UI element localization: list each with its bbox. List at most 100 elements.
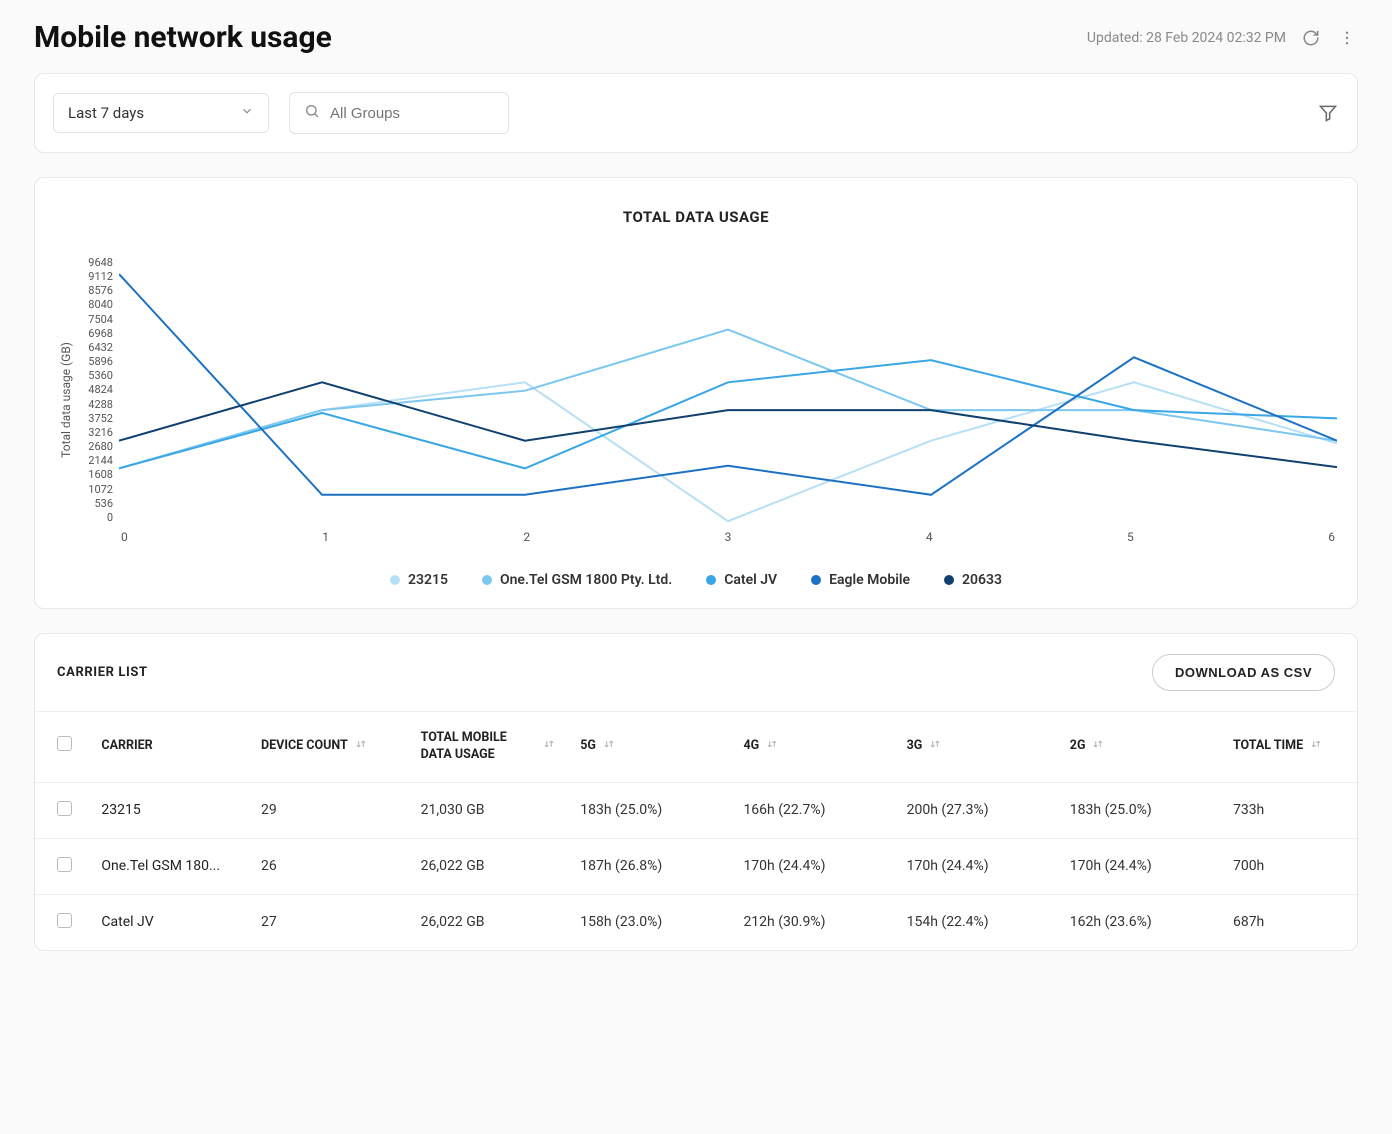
y-tick: 9112 [77,270,113,283]
legend-item[interactable]: Catel JV [706,572,777,588]
cell-device-count: 29 [249,782,409,838]
group-search[interactable] [289,92,509,134]
sort-icon [765,737,779,757]
chart-card: TOTAL DATA USAGE Total data usage (GB) 9… [34,177,1358,609]
legend-item[interactable]: 23215 [390,572,448,588]
legend-swatch [811,575,821,585]
legend-swatch [390,575,400,585]
chart-title: TOTAL DATA USAGE [55,208,1337,226]
sort-icon [542,737,556,757]
series-line [119,382,1337,467]
refresh-icon[interactable] [1300,27,1322,49]
cell-total-time: 700h [1221,838,1357,894]
y-ticks: 9648911285768040750469686432589653604824… [77,256,119,524]
legend-item[interactable]: Eagle Mobile [811,572,910,588]
cell-5g: 158h (23.0%) [568,894,731,950]
col-5g[interactable]: 5G [568,712,731,783]
legend-label: One.Tel GSM 1800 Pty. Ltd. [500,572,672,588]
col-carrier[interactable]: CARRIER [89,712,249,783]
x-tick: 5 [1127,530,1134,544]
x-tick: 1 [322,530,329,544]
y-tick: 5896 [77,355,113,368]
table-row[interactable]: 232152921,030 GB 183h (25.0%) 166h (22.7%)… [35,782,1357,838]
legend-label: Eagle Mobile [829,572,910,588]
legend-swatch [944,575,954,585]
page-title: Mobile network usage [34,20,332,55]
cell-carrier: 23215 [89,782,249,838]
cell-4g: 166h (22.7%) [731,782,894,838]
filter-icon[interactable] [1317,102,1339,124]
more-icon[interactable] [1336,27,1358,49]
search-icon [304,103,320,123]
sort-icon [602,737,616,757]
x-tick: 4 [926,530,933,544]
col-3g[interactable]: 3G [895,712,1058,783]
cell-device-count: 27 [249,894,409,950]
table-row[interactable]: One.Tel GSM 180...2626,022 GB187h (26.8%… [35,838,1357,894]
cell-3g: 200h (27.3%) [895,782,1058,838]
col-total-usage[interactable]: TOTAL MOBILE DATA USAGE [409,712,569,783]
table-row[interactable]: Catel JV2726,022 GB158h (23.0%)212h (30.… [35,894,1357,950]
carrier-list-card: CARRIER LIST DOWNLOAD AS CSV CARRIER DEV… [34,633,1358,951]
chart-plot [119,256,1337,524]
series-line [119,360,1337,468]
date-range-select[interactable]: Last 7 days [53,93,269,133]
legend-swatch [706,575,716,585]
sort-icon [354,737,368,757]
row-checkbox[interactable] [57,801,72,816]
legend-item[interactable]: One.Tel GSM 1800 Pty. Ltd. [482,572,672,588]
cell-4g: 170h (24.4%) [731,838,894,894]
cell-2g: 170h (24.4%) [1058,838,1221,894]
cell-2g: 162h (23.6%) [1058,894,1221,950]
series-line [119,382,1337,521]
y-tick: 8576 [77,284,113,297]
cell-5g: 187h (26.8%) [568,838,731,894]
y-tick: 0 [77,511,113,524]
sort-icon [1309,737,1323,757]
legend-label: 23215 [408,572,448,588]
cell-2g: 183h (25.0%) [1058,782,1221,838]
col-2g[interactable]: 2G [1058,712,1221,783]
y-tick: 2680 [77,440,113,453]
y-tick: 8040 [77,298,113,311]
y-tick: 6432 [77,341,113,354]
y-tick: 9648 [77,256,113,269]
y-tick: 7504 [77,313,113,326]
x-tick: 3 [725,530,732,544]
cell-total-usage: 26,022 GB [409,838,569,894]
download-csv-button[interactable]: DOWNLOAD AS CSV [1152,654,1335,691]
x-tick: 6 [1328,530,1335,544]
col-device-count[interactable]: DEVICE COUNT [249,712,409,783]
series-line [119,274,1337,495]
y-tick: 3216 [77,426,113,439]
cell-4g: 212h (30.9%) [731,894,894,950]
cell-carrier: Catel JV [89,894,249,950]
cell-device-count: 26 [249,838,409,894]
updated-timestamp: Updated: 28 Feb 2024 02:32 PM [1087,30,1286,46]
group-search-input[interactable] [330,105,494,122]
series-line [119,330,1337,469]
chevron-down-icon [240,104,254,122]
x-tick: 2 [523,530,530,544]
cell-total-time: 687h [1221,894,1357,950]
select-all-checkbox[interactable] [57,736,72,751]
y-tick: 1072 [77,483,113,496]
col-4g[interactable]: 4G [731,712,894,783]
cell-3g: 170h (24.4%) [895,838,1058,894]
y-tick: 6968 [77,327,113,340]
row-checkbox[interactable] [57,857,72,872]
sort-icon [928,737,942,757]
x-ticks: 0123456 [119,530,1337,544]
chart-legend: 23215 One.Tel GSM 1800 Pty. Ltd. Catel JV E… [55,572,1337,588]
col-total-time[interactable]: TOTAL TIME [1221,712,1357,783]
y-tick: 536 [77,497,113,510]
legend-item[interactable]: 20633 [944,572,1002,588]
cell-total-usage: 21,030 GB [409,782,569,838]
row-checkbox[interactable] [57,913,72,928]
carrier-list-title: CARRIER LIST [57,665,148,680]
legend-label: Catel JV [724,572,777,588]
y-tick: 4824 [77,383,113,396]
y-tick: 5360 [77,369,113,382]
y-tick: 1608 [77,468,113,481]
cell-total-time: 733h [1221,782,1357,838]
